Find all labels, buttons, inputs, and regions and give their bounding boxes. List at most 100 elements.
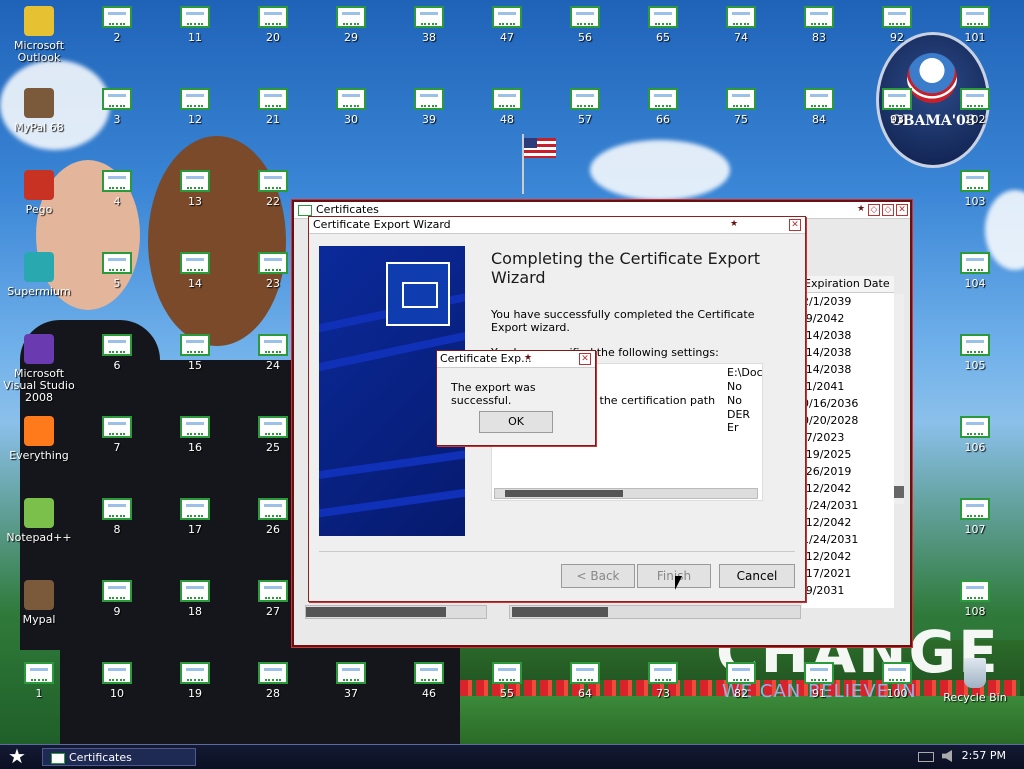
desktop-icon-microsoft-outlook[interactable]: Microsoft Outlook bbox=[0, 6, 78, 64]
desktop-certificate-file[interactable]: 12 bbox=[156, 88, 234, 126]
desktop-icon-notepad-[interactable]: Notepad++ bbox=[0, 498, 78, 544]
desktop-certificate-file[interactable]: 73 bbox=[624, 662, 702, 700]
dialog-close-button[interactable]: ✕ bbox=[579, 353, 591, 365]
desktop-icon-supermium[interactable]: Supermium bbox=[0, 252, 78, 298]
desktop-certificate-file[interactable]: 38 bbox=[390, 6, 468, 44]
close-button[interactable]: ✕ bbox=[896, 204, 908, 216]
desktop-certificate-file[interactable]: 108 bbox=[936, 580, 1014, 618]
desktop-certificate-file[interactable]: 28 bbox=[234, 662, 312, 700]
expiration-date-cell[interactable]: 0/16/2036 bbox=[802, 395, 894, 412]
expiration-date-cell[interactable]: /26/2019 bbox=[802, 463, 894, 480]
expiration-date-cell[interactable]: /9/2031 bbox=[802, 582, 894, 599]
expiration-date-cell[interactable]: 0/20/2028 bbox=[802, 412, 894, 429]
desktop-certificate-file[interactable]: 101 bbox=[936, 6, 1014, 44]
desktop-certificate-file[interactable]: 64 bbox=[546, 662, 624, 700]
settings-scrollbar[interactable] bbox=[494, 488, 758, 499]
desktop-certificate-file[interactable]: 9 bbox=[78, 580, 156, 618]
desktop-certificate-file[interactable]: 47 bbox=[468, 6, 546, 44]
desktop-certificate-file[interactable]: 75 bbox=[702, 88, 780, 126]
desktop-certificate-file[interactable]: 92 bbox=[858, 6, 936, 44]
desktop-certificate-file[interactable]: 2 bbox=[78, 6, 156, 44]
horizontal-scrollbar-left[interactable] bbox=[305, 605, 487, 619]
export-success-dialog[interactable]: Certificate Exp... ★ ✕ The export was su… bbox=[436, 350, 596, 446]
expiration-date-cell[interactable]: 1/24/2031 bbox=[802, 497, 894, 514]
wizard-close-button[interactable]: ✕ bbox=[789, 219, 801, 231]
desktop-certificate-file[interactable]: 19 bbox=[156, 662, 234, 700]
dialog-titlebar[interactable]: Certificate Exp... ★ ✕ bbox=[437, 351, 595, 368]
expiration-date-cell[interactable]: /1/2041 bbox=[802, 378, 894, 395]
desktop-certificate-file[interactable]: 3 bbox=[78, 88, 156, 126]
expiration-date-cell[interactable]: /17/2021 bbox=[802, 565, 894, 582]
minimize-button[interactable]: ◇ bbox=[868, 204, 880, 216]
desktop-certificate-file[interactable]: 65 bbox=[624, 6, 702, 44]
desktop-icon-pego[interactable]: Pego bbox=[0, 170, 78, 216]
volume-icon[interactable] bbox=[942, 750, 952, 762]
expiration-date-cell[interactable]: /12/2042 bbox=[802, 480, 894, 497]
desktop-icon-microsoft-visual-studio-2008[interactable]: Microsoft Visual Studio 2008 bbox=[0, 334, 78, 404]
expiration-date-cell[interactable]: /14/2038 bbox=[802, 344, 894, 361]
desktop-certificate-file[interactable]: 21 bbox=[234, 88, 312, 126]
desktop-certificate-file[interactable]: 74 bbox=[702, 6, 780, 44]
clock[interactable]: 2:57 PM bbox=[962, 749, 1006, 762]
desktop-certificate-file[interactable]: 4 bbox=[78, 170, 156, 208]
expiration-date-cell[interactable]: /19/2025 bbox=[802, 446, 894, 463]
desktop-certificate-file[interactable]: 91 bbox=[780, 662, 858, 700]
desktop-certificate-file[interactable]: 5 bbox=[78, 252, 156, 290]
desktop-certificate-file[interactable]: 57 bbox=[546, 88, 624, 126]
desktop-certificate-file[interactable]: 10 bbox=[78, 662, 156, 700]
expiration-date-cell[interactable]: /7/2023 bbox=[802, 429, 894, 446]
expiration-date-cell[interactable]: /12/2042 bbox=[802, 548, 894, 565]
desktop-certificate-file[interactable]: 105 bbox=[936, 334, 1014, 372]
desktop-certificate-file[interactable]: 11 bbox=[156, 6, 234, 44]
desktop-certificate-file[interactable]: 30 bbox=[312, 88, 390, 126]
desktop-icon-everything[interactable]: Everything bbox=[0, 416, 78, 462]
desktop-certificate-file[interactable]: 15 bbox=[156, 334, 234, 372]
back-button[interactable]: < Back bbox=[561, 564, 635, 588]
desktop-certificate-file[interactable]: 106 bbox=[936, 416, 1014, 454]
finish-button[interactable]: Finish bbox=[637, 564, 711, 588]
desktop-certificate-file[interactable]: 83 bbox=[780, 6, 858, 44]
cancel-button[interactable]: Cancel bbox=[719, 564, 795, 588]
column-header-expiration[interactable]: Expiration Date bbox=[802, 276, 894, 293]
desktop-certificate-file[interactable]: 37 bbox=[312, 662, 390, 700]
desktop-certificate-file[interactable]: 13 bbox=[156, 170, 234, 208]
desktop-certificate-file[interactable]: 39 bbox=[390, 88, 468, 126]
desktop-certificate-file[interactable]: 55 bbox=[468, 662, 546, 700]
horizontal-scrollbar-right[interactable] bbox=[509, 605, 801, 619]
desktop-certificate-file[interactable]: 17 bbox=[156, 498, 234, 536]
desktop-certificate-file[interactable]: 7 bbox=[78, 416, 156, 454]
ok-button[interactable]: OK bbox=[479, 411, 553, 433]
desktop-certificate-file[interactable]: 66 bbox=[624, 88, 702, 126]
wizard-titlebar[interactable]: Certificate Export Wizard ★ ✕ bbox=[309, 217, 805, 234]
expiration-date-cell[interactable]: /14/2038 bbox=[802, 361, 894, 378]
desktop-icon-mypal-68[interactable]: MyPal 68 bbox=[0, 88, 78, 134]
desktop-certificate-file[interactable]: 56 bbox=[546, 6, 624, 44]
desktop-certificate-file[interactable]: 104 bbox=[936, 252, 1014, 290]
desktop-certificate-file[interactable]: 14 bbox=[156, 252, 234, 290]
keyboard-icon[interactable] bbox=[918, 752, 934, 762]
expiration-date-cell[interactable]: /14/2038 bbox=[802, 327, 894, 344]
desktop-certificate-file[interactable]: 107 bbox=[936, 498, 1014, 536]
desktop-certificate-file[interactable]: 20 bbox=[234, 6, 312, 44]
taskbar-item-certificates[interactable]: Certificates bbox=[42, 748, 196, 766]
desktop-certificate-file[interactable]: 6 bbox=[78, 334, 156, 372]
recycle-bin[interactable]: Recycle Bin bbox=[936, 658, 1014, 704]
desktop-certificate-file[interactable]: 82 bbox=[702, 662, 780, 700]
desktop-certificate-file[interactable]: 18 bbox=[156, 580, 234, 618]
expiration-date-cell[interactable]: 1/24/2031 bbox=[802, 531, 894, 548]
desktop-icon-mypal[interactable]: Mypal bbox=[0, 580, 78, 626]
vertical-scrollbar-thumb[interactable] bbox=[894, 486, 904, 498]
desktop-certificate-file[interactable]: 84 bbox=[780, 88, 858, 126]
desktop-certificate-file[interactable]: 46 bbox=[390, 662, 468, 700]
desktop-certificate-file[interactable]: 102 bbox=[936, 88, 1014, 126]
desktop-certificate-file[interactable]: 100 bbox=[858, 662, 936, 700]
maximize-button[interactable]: ◇ bbox=[882, 204, 894, 216]
desktop-certificate-file[interactable]: 93 bbox=[858, 88, 936, 126]
start-button[interactable]: ★ bbox=[8, 746, 26, 766]
desktop-certificate-file[interactable]: 29 bbox=[312, 6, 390, 44]
expiration-date-cell[interactable]: /9/2042 bbox=[802, 310, 894, 327]
desktop-certificate-file[interactable]: 16 bbox=[156, 416, 234, 454]
expiration-date-cell[interactable]: 2/1/2039 bbox=[802, 293, 894, 310]
desktop-certificate-file[interactable]: 103 bbox=[936, 170, 1014, 208]
desktop-certificate-file[interactable]: 1 bbox=[0, 662, 78, 700]
